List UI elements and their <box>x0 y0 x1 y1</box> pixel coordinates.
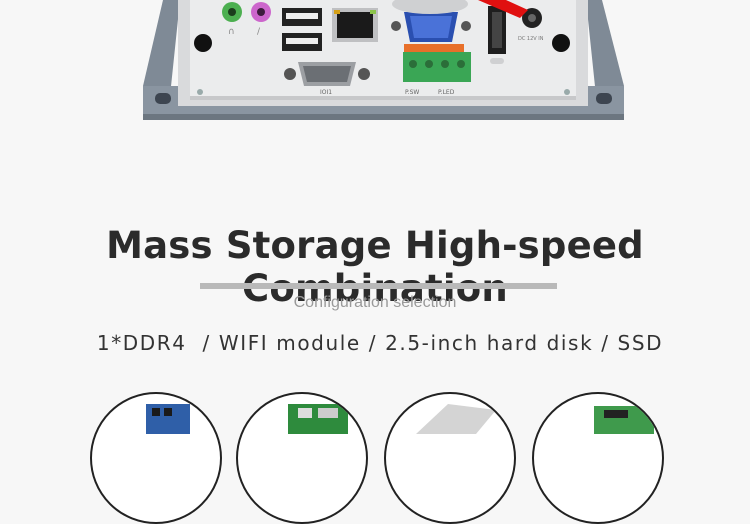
product-io-panel-image: ∩ / P.SW P.LED DC 12V IN IOI1 <box>143 0 624 120</box>
com-label: IOI1 <box>320 89 332 96</box>
section-subtitle: Configuration selection <box>293 294 457 311</box>
dc-in-label: DC 12V IN <box>518 36 544 42</box>
power-terminal-block <box>403 44 471 82</box>
lan-port <box>332 8 378 42</box>
svg-text:∩: ∩ <box>228 27 235 37</box>
screw-hole <box>552 34 570 52</box>
p-led-label: P.LED <box>438 89 455 96</box>
wifi-module-icon <box>236 392 368 524</box>
configuration-options: 1*DDR4 / WIFI module / 2.5-inch hard dis… <box>96 331 664 355</box>
screw-hole <box>194 34 212 52</box>
hard-disk-icon <box>384 392 516 524</box>
ssd-icon <box>532 392 664 524</box>
headline-divider <box>200 283 557 289</box>
ddr4-memory-icon <box>90 392 222 524</box>
option-thumbnails <box>0 392 750 524</box>
p-sw-label: P.SW <box>405 89 419 96</box>
